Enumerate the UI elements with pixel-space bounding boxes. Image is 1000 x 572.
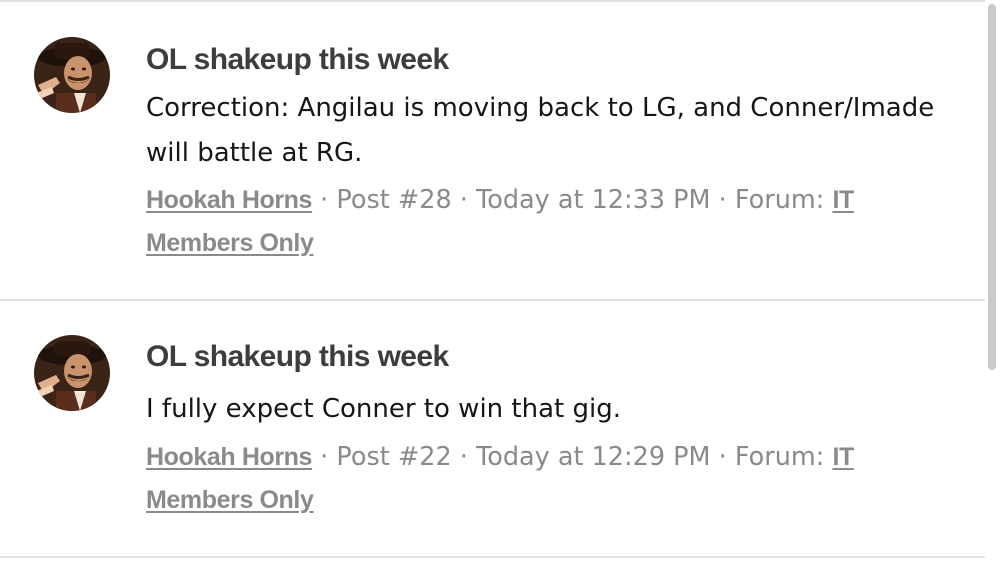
meta-separator: · (312, 442, 337, 472)
post-timestamp: Today at 12:29 PM (476, 442, 711, 472)
forum-label: Forum: (734, 185, 833, 215)
scrollbar-thumb[interactable] (988, 4, 996, 370)
post-number: Post #28 (336, 185, 452, 215)
post-snippet: Correction: Angilau is moving back to LG… (146, 93, 935, 168)
post-meta: Hookah Horns · Post #28 · Today at 12:33… (146, 179, 946, 265)
thread-title-link[interactable]: OL shakeup this week (146, 339, 449, 375)
author-link[interactable]: Hookah Horns (146, 443, 312, 471)
post-timestamp: Today at 12:33 PM (476, 185, 711, 215)
divider (0, 556, 985, 558)
thread-title-link[interactable]: OL shakeup this week (146, 42, 449, 78)
author-link[interactable]: Hookah Horns (146, 186, 312, 214)
search-result-item[interactable]: OL shakeup this week Correction: Angilau… (0, 0, 985, 300)
post-meta: Hookah Horns · Post #22 · Today at 12:29… (146, 436, 946, 522)
meta-separator: · (312, 185, 337, 215)
meta-separator: · (451, 185, 476, 215)
forum-label: Forum: (734, 442, 833, 472)
post-snippet: I fully expect Conner to win that gig. (146, 394, 621, 424)
user-avatar-icon[interactable] (34, 37, 110, 113)
search-results-list: OL shakeup this week Correction: Angilau… (0, 0, 985, 572)
meta-separator: · (451, 442, 476, 472)
meta-separator: · (710, 442, 735, 472)
scrollbar[interactable] (985, 0, 1000, 572)
search-result-item[interactable]: OL shakeup this week I fully expect Conn… (0, 301, 985, 556)
post-number: Post #22 (336, 442, 452, 472)
meta-separator: · (710, 185, 735, 215)
user-avatar-icon[interactable] (34, 335, 110, 411)
